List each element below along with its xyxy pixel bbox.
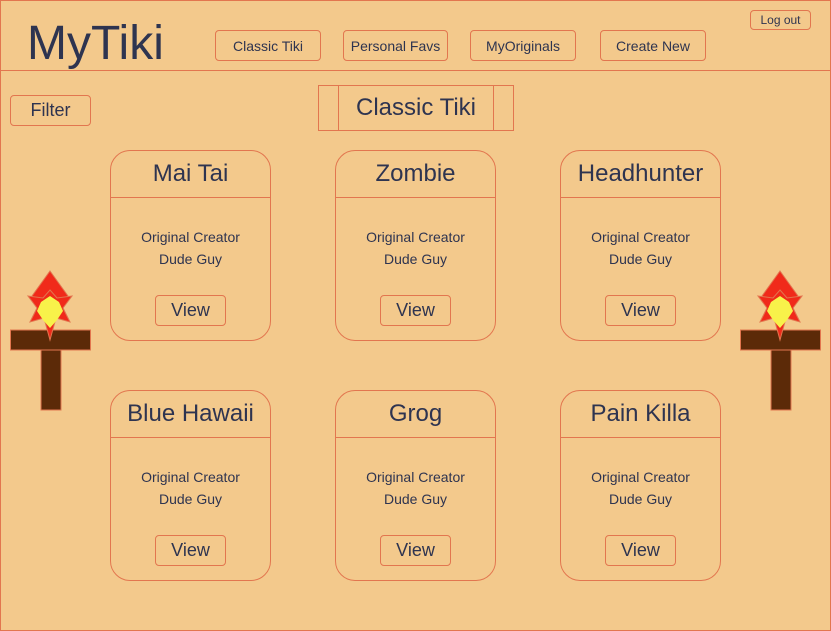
recipe-card: Grog Original Creator Dude Guy View	[335, 390, 496, 581]
tiki-torch-icon	[10, 270, 91, 411]
card-creator-name: Dude Guy	[608, 251, 673, 267]
card-title: Grog	[336, 391, 495, 438]
card-title: Pain Killa	[561, 391, 720, 438]
card-creator-label: Original Creator	[591, 469, 690, 485]
recipe-card: Headhunter Original Creator Dude Guy Vie…	[560, 150, 721, 341]
card-creator-label: Original Creator	[366, 229, 465, 245]
app-logo: MyTiki	[27, 17, 164, 70]
page-title: Classic Tiki	[338, 85, 494, 131]
card-title: Blue Hawaii	[111, 391, 270, 438]
nav-my-originals-button[interactable]: MyOriginals	[470, 30, 576, 61]
view-button[interactable]: View	[380, 295, 451, 326]
card-title: Zombie	[336, 151, 495, 198]
recipe-card: Zombie Original Creator Dude Guy View	[335, 150, 496, 341]
card-title: Headhunter	[561, 151, 720, 198]
recipe-card: Blue Hawaii Original Creator Dude Guy Vi…	[110, 390, 271, 581]
logout-button[interactable]: Log out	[750, 10, 811, 30]
card-creator-name: Dude Guy	[608, 491, 673, 507]
filter-button[interactable]: Filter	[10, 95, 91, 126]
card-creator-name: Dude Guy	[158, 251, 223, 267]
tiki-torch-icon	[740, 270, 821, 411]
card-creator-name: Dude Guy	[158, 491, 223, 507]
card-creator-label: Original Creator	[591, 229, 690, 245]
card-creator-label: Original Creator	[141, 469, 240, 485]
card-creator-label: Original Creator	[366, 469, 465, 485]
nav-personal-favs-button[interactable]: Personal Favs	[343, 30, 448, 61]
view-button[interactable]: View	[605, 295, 676, 326]
view-button[interactable]: View	[605, 535, 676, 566]
view-button[interactable]: View	[155, 535, 226, 566]
nav-classic-tiki-button[interactable]: Classic Tiki	[215, 30, 321, 61]
card-creator-label: Original Creator	[141, 229, 240, 245]
card-title: Mai Tai	[111, 151, 270, 198]
nav-create-new-button[interactable]: Create New	[600, 30, 706, 61]
view-button[interactable]: View	[155, 295, 226, 326]
recipe-card: Mai Tai Original Creator Dude Guy View	[110, 150, 271, 341]
view-button[interactable]: View	[380, 535, 451, 566]
card-creator-name: Dude Guy	[383, 491, 448, 507]
recipe-card: Pain Killa Original Creator Dude Guy Vie…	[560, 390, 721, 581]
card-creator-name: Dude Guy	[383, 251, 448, 267]
